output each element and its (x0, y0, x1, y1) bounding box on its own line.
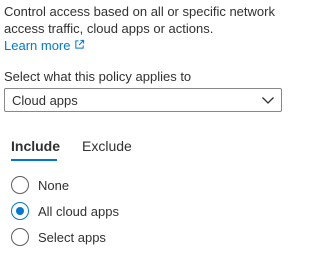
learn-more-link[interactable]: Learn more (4, 37, 85, 54)
radio-option-select-apps[interactable]: Select apps (11, 227, 106, 247)
description-text: Control access based on all or specific … (4, 3, 289, 37)
radio-button-all-cloud-apps[interactable] (11, 202, 29, 220)
dropdown-selected-value: Cloud apps (12, 92, 78, 108)
tab-exclude[interactable]: Exclude (82, 136, 132, 156)
applies-to-label: Select what this policy applies to (4, 69, 192, 84)
description-line-1: Control access based on all or specific … (4, 4, 275, 19)
tab-include-underline (11, 159, 57, 161)
radio-option-all-cloud-apps[interactable]: All cloud apps (11, 201, 119, 221)
learn-more-label: Learn more (4, 38, 71, 53)
radio-option-none[interactable]: None (11, 175, 69, 195)
include-exclude-tabs: Include Exclude (0, 136, 299, 166)
tab-include[interactable]: Include (11, 136, 60, 156)
radio-label-all-cloud-apps: All cloud apps (38, 203, 119, 219)
chevron-down-icon (262, 97, 274, 104)
radio-button-select-apps[interactable] (11, 228, 29, 246)
description-line-2: access traffic, cloud apps or actions. (4, 21, 214, 36)
applies-to-dropdown[interactable]: Cloud apps (4, 88, 282, 112)
radio-label-none: None (38, 177, 70, 193)
external-link-icon (74, 37, 85, 54)
radio-button-none[interactable] (11, 176, 29, 194)
radio-label-select-apps: Select apps (38, 229, 106, 245)
